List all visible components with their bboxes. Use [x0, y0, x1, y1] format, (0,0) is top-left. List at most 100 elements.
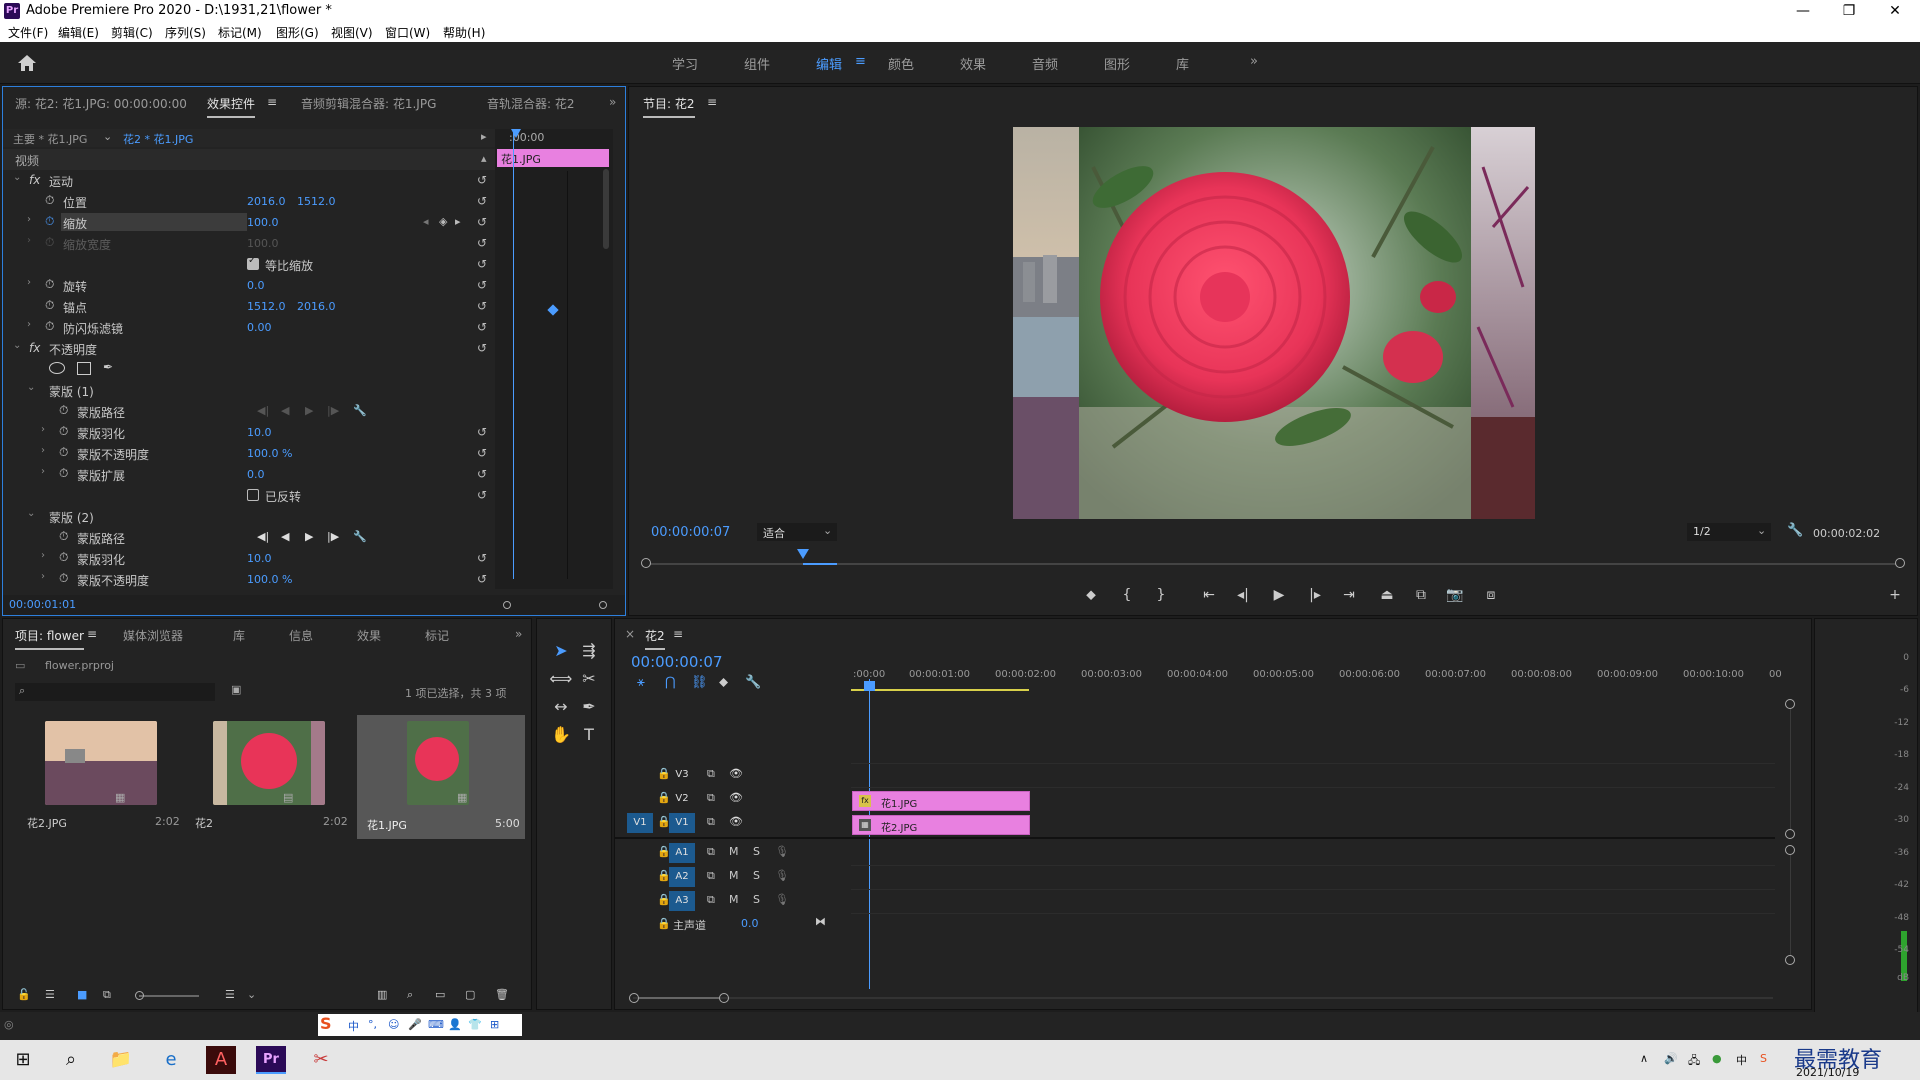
track-a1-label[interactable]: A1	[669, 843, 695, 863]
stopwatch-icon[interactable]: ⏱	[45, 298, 54, 313]
effect-motion-row[interactable]: ⌄ fx 运动 ↺	[3, 170, 495, 191]
step-forward-icon[interactable]: |▸	[1305, 587, 1325, 603]
menu-edit[interactable]: 编辑(E)	[58, 24, 99, 41]
add-keyframe-icon[interactable]: ◈	[439, 215, 447, 228]
razor-tool-icon[interactable]: ✂	[577, 667, 601, 691]
program-menu-icon[interactable]: ≡	[707, 95, 717, 109]
chevron-right-icon[interactable]: ›	[27, 319, 31, 330]
track-select-tool-icon[interactable]: ⇶	[577, 639, 601, 663]
new-item-icon[interactable]: ▢	[465, 988, 475, 1001]
security-icon[interactable]: ●	[1712, 1052, 1722, 1065]
menu-window[interactable]: 窗口(W)	[385, 24, 430, 41]
master-track-value[interactable]: 0.0	[741, 917, 759, 930]
clip-v1[interactable]: ▦ 花2.JPG	[852, 815, 1030, 835]
track-back-icon[interactable]: ◀|	[257, 530, 269, 543]
track-forward-one-icon[interactable]: ▶	[305, 530, 313, 543]
rectangle-mask-icon[interactable]	[77, 362, 91, 375]
lock-icon[interactable]: 🔒	[657, 917, 671, 930]
next-keyframe-icon[interactable]: ▸	[455, 215, 461, 228]
effect-opacity-row[interactable]: ⌄ fx 不透明度 ↺	[3, 338, 495, 359]
workspace-editing[interactable]: 编辑	[816, 54, 842, 73]
eye-icon[interactable]: 👁	[729, 815, 743, 828]
timeline-sequence-tab[interactable]: 花2	[645, 627, 665, 650]
microphone-icon[interactable]: 🎙	[775, 845, 789, 858]
panel-overflow-icon[interactable]: »	[609, 95, 616, 109]
timeline-timecode[interactable]: 00:00:00:07	[631, 653, 723, 671]
add-marker-icon[interactable]: ⬥	[719, 675, 728, 690]
mask2-row[interactable]: ⌄ 蒙版 (2)	[3, 506, 495, 527]
track-a3-label[interactable]: A3	[669, 891, 695, 911]
sync-lock-icon[interactable]: ⧉	[707, 893, 715, 907]
snap-icon[interactable]: ⋂	[665, 675, 676, 690]
reset-icon[interactable]: ↺	[477, 572, 487, 586]
antiflicker-value[interactable]: 0.00	[247, 321, 272, 334]
program-playhead-timecode[interactable]: 00:00:00:07	[651, 525, 730, 540]
tab-effect-controls[interactable]: 效果控件	[207, 95, 256, 118]
vertical-zoom-handle[interactable]	[1785, 845, 1795, 855]
stopwatch-icon[interactable]: ⏱	[45, 277, 54, 292]
menu-sequence[interactable]: 序列(S)	[165, 24, 206, 41]
chevron-right-icon[interactable]: ›	[41, 571, 45, 582]
premiere-taskbar-icon[interactable]: Pr	[256, 1046, 286, 1074]
mask-feather-value[interactable]: 10.0	[247, 552, 272, 565]
workspace-graphics[interactable]: 图形	[1104, 54, 1130, 73]
tab-media-browser[interactable]: 媒体浏览器	[123, 627, 183, 644]
menu-help[interactable]: 帮助(H)	[443, 24, 485, 41]
project-tab-menu-icon[interactable]: ≡	[87, 627, 97, 641]
close-sequence-icon[interactable]: ×	[625, 627, 635, 641]
reset-icon[interactable]: ↺	[477, 299, 487, 313]
workspace-menu-icon[interactable]: ≡	[855, 54, 866, 69]
add-button-icon[interactable]: +	[1885, 587, 1905, 603]
project-item-selected[interactable]: ▦ 花1.JPG 5:00	[357, 715, 525, 839]
position-y-value[interactable]: 1512.0	[297, 195, 336, 208]
sogou-tray-icon[interactable]: S	[1760, 1052, 1767, 1065]
av-divider[interactable]	[615, 837, 1775, 839]
menu-view[interactable]: 视图(V)	[331, 24, 373, 41]
pen-mask-icon[interactable]: ✒	[103, 360, 113, 374]
volume-icon[interactable]: 🔊	[1664, 1052, 1678, 1065]
sogou-icon[interactable]: S	[320, 1014, 332, 1033]
stopwatch-icon[interactable]: ⏱	[45, 319, 54, 334]
position-x-value[interactable]: 2016.0	[247, 195, 286, 208]
language-icon[interactable]: 中	[1736, 1052, 1747, 1068]
selection-tool-icon[interactable]: ➤	[549, 639, 573, 663]
stopwatch-icon[interactable]: ⏱	[59, 445, 68, 460]
tab-source[interactable]: 源: 花2: 花1.JPG: 00:00:00:00	[15, 95, 187, 112]
ellipse-mask-icon[interactable]	[49, 362, 65, 374]
reset-icon[interactable]: ↺	[477, 215, 487, 229]
solo-button[interactable]: S	[753, 869, 760, 882]
mini-scrollbar[interactable]	[603, 169, 609, 249]
ime-language[interactable]: 中	[348, 1018, 359, 1034]
chevron-right-icon[interactable]: ›	[41, 466, 45, 477]
add-marker-icon[interactable]: ⬥	[1081, 587, 1101, 603]
fit-dropdown[interactable]: 适合 ⌄	[757, 523, 837, 541]
extract-icon[interactable]: ⧉	[1411, 587, 1431, 603]
reset-icon[interactable]: ↺	[477, 446, 487, 460]
lock-icon[interactable]: 🔓	[17, 988, 31, 1001]
stopwatch-icon[interactable]: ⏱	[59, 550, 68, 565]
chevron-right-icon[interactable]: ›	[27, 277, 31, 288]
export-frame-icon[interactable]: 📷	[1445, 587, 1465, 603]
reset-icon[interactable]: ↺	[477, 341, 487, 355]
reset-icon[interactable]: ↺	[477, 173, 487, 187]
play-icon[interactable]: ▶	[1269, 587, 1289, 603]
project-search-input[interactable]: ⌕	[15, 683, 215, 701]
play-triangle-icon[interactable]: ▸	[481, 130, 487, 143]
mute-button[interactable]: M	[729, 893, 739, 906]
eye-icon[interactable]: 👁	[729, 791, 743, 804]
stopwatch-icon[interactable]: ⏱	[59, 424, 68, 439]
step-back-icon[interactable]: ◂|	[1233, 587, 1253, 603]
chevron-down-icon[interactable]: ⌄	[13, 340, 21, 351]
workspace-audio[interactable]: 音频	[1032, 54, 1058, 73]
reset-icon[interactable]: ↺	[477, 320, 487, 334]
home-icon[interactable]	[16, 52, 38, 74]
eye-icon[interactable]: 👁	[729, 767, 743, 780]
tray-expand-icon[interactable]: ∧	[1640, 1052, 1648, 1065]
chevron-right-icon[interactable]: ›	[27, 214, 31, 225]
project-item[interactable]: ▤ 花2 2:02	[183, 715, 351, 835]
quality-dropdown[interactable]: 1/2 ⌄	[1687, 523, 1771, 541]
wrench-icon[interactable]: 🔧	[353, 530, 367, 543]
network-icon[interactable]: 🖧	[1688, 1052, 1700, 1071]
chevron-right-icon[interactable]: ›	[41, 550, 45, 561]
work-area-bar[interactable]	[851, 689, 1029, 691]
